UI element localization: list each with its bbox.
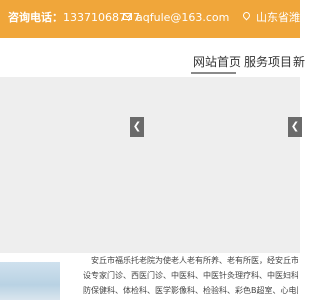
intro-line: 防保健科、体检科、医学影像科、检验科、彩色B超室、心电图等医技科临床 [83, 286, 298, 295]
address-text: 山东省潍坊市 [256, 11, 320, 24]
nav-item-home[interactable]: 网站首页 [193, 53, 241, 70]
nav-active-underline [191, 72, 236, 74]
phone-contact: 咨询电话：13371068777 [8, 11, 140, 25]
intro-image [0, 262, 60, 300]
intro-line: 安丘市福乐托老院为使老人老有所养、老有所医，经安丘市卫生健康局批准 [91, 256, 298, 265]
top-contact-bar: 咨询电话：13371068777 aqfule@163.com 山东省潍坊市 [0, 0, 320, 38]
nav-item-services[interactable]: 服务项目 [244, 53, 292, 70]
chevron-right-icon[interactable]: ❮ [288, 117, 302, 137]
location-pin-icon [241, 10, 252, 21]
phone-label: 咨询电话： [8, 11, 63, 24]
mail-icon [123, 13, 132, 20]
chevron-left-icon[interactable]: ❮ [130, 117, 144, 137]
email-contact[interactable]: aqfule@163.com [136, 11, 229, 25]
intro-text: 安丘市福乐托老院为使老人老有所养、老有所医，经安丘市卫生健康局批准 设专家门诊、… [83, 253, 298, 298]
main-nav: 网站首页 服务项目 新 [0, 38, 305, 78]
nav-item-news[interactable]: 新 [293, 53, 305, 70]
hero-banner [0, 77, 300, 253]
intro-line: 设专家门诊、西医门诊、中医科、中医针灸理疗科、中医妇科、中医儿科、内科 [83, 271, 298, 280]
